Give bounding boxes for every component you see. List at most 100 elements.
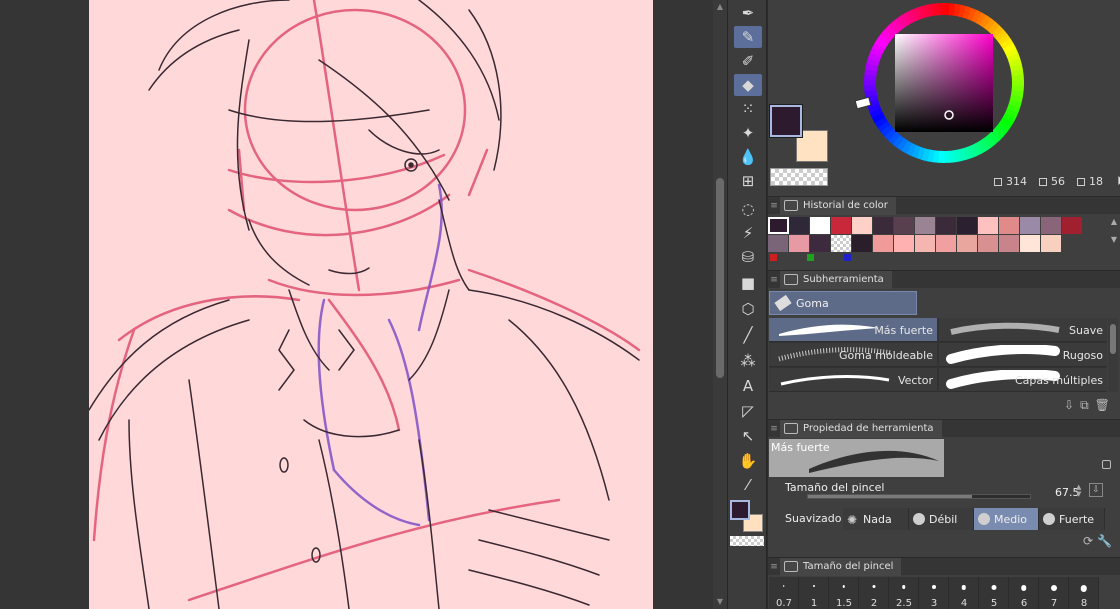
duplicate-icon[interactable]: ⧉ xyxy=(1080,398,1089,413)
brush-goma-moldeable[interactable]: Goma moldeable xyxy=(769,343,937,367)
correct-line-icon[interactable]: ↖ xyxy=(734,425,762,447)
blend-icon[interactable]: 💧 xyxy=(734,146,762,168)
history-swatch[interactable] xyxy=(999,217,1020,234)
hand-icon[interactable]: ✋ xyxy=(734,450,762,472)
brush-size-preset[interactable]: 2 xyxy=(859,577,889,609)
brush-size-preset[interactable]: 0.7 xyxy=(769,577,799,609)
history-swatch[interactable] xyxy=(978,235,999,252)
balloon-icon[interactable]: ◸ xyxy=(734,400,762,422)
brush-size-preset[interactable]: 5 xyxy=(979,577,1009,609)
history-swatch[interactable] xyxy=(873,217,894,234)
brush-size-preset[interactable]: 8 xyxy=(1069,577,1099,609)
history-swatch[interactable] xyxy=(978,217,999,234)
airbrush-icon[interactable]: ⁙ xyxy=(734,98,762,120)
brush-capas-multiples[interactable]: Capas múltiples xyxy=(939,368,1107,392)
drawing-canvas[interactable] xyxy=(89,0,653,609)
magic-wand-icon[interactable]: ⚡ xyxy=(734,222,762,244)
history-swatch[interactable] xyxy=(1020,217,1041,234)
history-swatch[interactable] xyxy=(852,235,873,252)
canvas-vertical-scrollbar[interactable]: ▲ ▼ xyxy=(713,0,727,609)
eraser-icon[interactable]: ◆ xyxy=(734,74,762,96)
history-swatch[interactable] xyxy=(789,217,810,234)
history-swatch[interactable] xyxy=(810,217,831,234)
smoothing-medio[interactable]: Medio xyxy=(974,508,1039,530)
smoothing-nada[interactable]: ✺ Nada xyxy=(843,508,909,530)
color-wheel[interactable] xyxy=(853,0,1035,182)
grip-icon[interactable]: ≡ xyxy=(768,562,780,572)
grip-icon[interactable]: ≡ xyxy=(768,424,780,434)
history-swatch[interactable] xyxy=(810,235,831,252)
history-swatch[interactable] xyxy=(957,235,978,252)
history-swatch[interactable] xyxy=(1020,235,1041,252)
scrollbar-thumb[interactable] xyxy=(716,178,724,378)
scrollbar-thumb[interactable] xyxy=(1110,324,1116,354)
brush-suave[interactable]: Suave xyxy=(939,318,1107,342)
brush-size-preset[interactable]: 3 xyxy=(919,577,949,609)
smoothing-fuerte[interactable]: Fuerte xyxy=(1039,508,1105,530)
operation-icon[interactable]: ⬡ xyxy=(734,298,762,320)
brush-size-preset[interactable]: 7 xyxy=(1039,577,1069,609)
scroll-up-arrow-icon[interactable]: ▲ xyxy=(715,2,725,12)
history-swatch[interactable] xyxy=(894,217,915,234)
lasso-icon[interactable]: ◌ xyxy=(734,198,762,220)
frame-icon[interactable]: ⁂ xyxy=(734,350,762,372)
history-swatch[interactable] xyxy=(894,235,915,252)
brush-rugoso[interactable]: Rugoso xyxy=(939,343,1107,367)
brush-size-preset[interactable]: 1 xyxy=(799,577,829,609)
brush-size-preset[interactable]: 1.5 xyxy=(829,577,859,609)
wrench-icon[interactable]: 🔧 xyxy=(1097,534,1112,548)
history-scroll[interactable]: ▲ ▼ xyxy=(1108,217,1120,253)
history-swatch[interactable] xyxy=(1062,217,1083,234)
history-swatch[interactable] xyxy=(768,235,789,252)
fill-icon[interactable]: ⛁ xyxy=(734,246,762,268)
text-icon[interactable]: A xyxy=(734,375,762,397)
transparent-color-swatch[interactable] xyxy=(770,168,828,186)
decoration-icon[interactable]: ✦ xyxy=(734,122,762,144)
scroll-down-arrow-icon[interactable]: ▼ xyxy=(715,597,725,607)
eyedropper-icon[interactable]: ⁄ xyxy=(734,474,762,496)
brush-size-preset[interactable]: 4 xyxy=(949,577,979,609)
history-swatch[interactable] xyxy=(831,235,852,252)
canvas-area[interactable] xyxy=(0,0,713,609)
history-swatch[interactable] xyxy=(831,217,852,234)
marker-icon[interactable]: ✐ xyxy=(734,50,762,72)
history-swatch[interactable] xyxy=(789,235,810,252)
pen-icon[interactable]: ✒ xyxy=(734,2,762,24)
toolbar-transparent-color[interactable] xyxy=(730,536,764,546)
main-color-swatch[interactable] xyxy=(769,104,803,138)
history-swatch[interactable] xyxy=(1041,235,1062,252)
gradient-icon[interactable]: ■ xyxy=(734,272,762,294)
history-swatch[interactable] xyxy=(768,217,789,234)
history-swatch[interactable] xyxy=(1041,217,1062,234)
brush-size-preset[interactable]: 2.5 xyxy=(889,577,919,609)
history-swatch[interactable] xyxy=(915,235,936,252)
brush-size-preset[interactable]: 6 xyxy=(1009,577,1039,609)
pencil-icon[interactable]: ✎ xyxy=(734,26,762,48)
history-swatch[interactable] xyxy=(873,235,894,252)
line-icon[interactable]: ╱ xyxy=(734,324,762,346)
history-swatch[interactable] xyxy=(915,217,936,234)
history-swatch[interactable] xyxy=(936,235,957,252)
tab-subtool[interactable]: Subherramienta xyxy=(780,270,892,289)
history-swatch[interactable] xyxy=(999,235,1020,252)
import-icon[interactable]: ⇩ xyxy=(1064,398,1074,413)
brush-size-slider[interactable] xyxy=(807,494,1031,499)
tab-tool-property[interactable]: Propiedad de herramienta xyxy=(780,419,942,438)
brush-vector[interactable]: Vector xyxy=(769,368,937,392)
3d-grid-icon[interactable]: ⊞ xyxy=(734,170,762,192)
tab-color-history[interactable]: Historial de color xyxy=(780,196,896,215)
history-swatch[interactable] xyxy=(852,217,873,234)
subtool-scrollbar[interactable] xyxy=(1108,318,1118,392)
subtool-group-eraser[interactable]: Goma xyxy=(769,291,917,315)
pressure-settings-icon[interactable]: ⇩ xyxy=(1089,483,1103,497)
brush-mas-fuerte[interactable]: Más fuerte xyxy=(769,318,937,342)
smoothing-debil[interactable]: Débil xyxy=(909,508,974,530)
toolbar-main-color[interactable] xyxy=(730,500,750,520)
grip-icon[interactable]: ≡ xyxy=(768,201,780,211)
size-spinner-icon[interactable]: ▲ ▼ xyxy=(1076,484,1081,498)
tab-brush-size[interactable]: Tamaño del pincel xyxy=(780,557,902,576)
history-swatch[interactable] xyxy=(936,217,957,234)
trash-icon[interactable]: 🗑 xyxy=(1095,398,1110,413)
reset-icon[interactable]: ⟳ xyxy=(1083,534,1093,548)
lock-icon[interactable] xyxy=(1102,460,1111,469)
